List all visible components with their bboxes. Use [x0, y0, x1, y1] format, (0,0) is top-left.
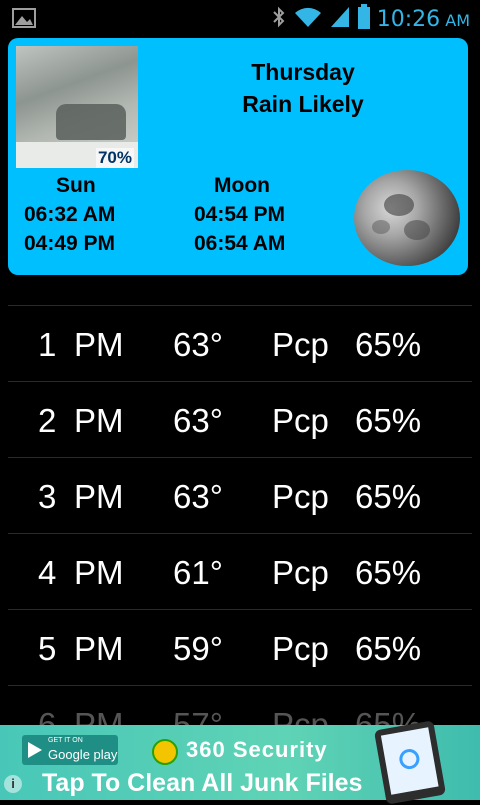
forecast-row[interactable]: 3 PM 63° Pcp 65%: [8, 457, 472, 533]
forecast-temp: 63°: [173, 402, 223, 439]
hourly-forecast-list[interactable]: 1 PM 63° Pcp 65% 2 PM 63° Pcp 65% 3 PM 6…: [8, 305, 472, 725]
forecast-pcp-value: 65%: [355, 326, 422, 363]
day-name: Thursday: [251, 59, 355, 85]
forecast-ampm: PM: [74, 554, 124, 591]
forecast-row[interactable]: 5 PM 59° Pcp 65%: [8, 609, 472, 685]
forecast-hour: 6: [38, 706, 57, 725]
bluetooth-icon: [271, 5, 287, 34]
condition-text: Rain Likely: [242, 91, 364, 117]
ad-tagline[interactable]: Tap To Clean All Junk Files: [42, 769, 362, 798]
forecast-temp: 61°: [173, 554, 223, 591]
sun-label: Sun: [56, 174, 96, 197]
signal-icon: [329, 5, 351, 34]
forecast-hour: 5: [38, 630, 57, 667]
forecast-hour: 3: [38, 478, 57, 515]
forecast-pcp-value: 65%: [355, 478, 422, 515]
forecast-pcp-label: Pcp: [272, 630, 329, 667]
forecast-pcp-value: 65%: [355, 630, 422, 667]
photo-car: [56, 104, 126, 140]
clock: 10:26 AM: [377, 7, 470, 32]
phone-illustration: [373, 720, 447, 805]
forecast-hour: 2: [38, 402, 57, 439]
forecast-row[interactable]: 1 PM 63° Pcp 65%: [8, 305, 472, 381]
ad-brand: 360 Security: [186, 737, 328, 762]
precip-percent: 70%: [95, 148, 134, 168]
forecast-temp: 57°: [173, 706, 223, 725]
gallery-icon: [12, 8, 36, 33]
play-icon: [28, 742, 42, 758]
badge-store-text: Google play: [48, 747, 118, 762]
forecast-pcp-label: Pcp: [272, 326, 329, 363]
forecast-hour: 1: [38, 326, 57, 363]
forecast-row[interactable]: 2 PM 63° Pcp 65%: [8, 381, 472, 457]
forecast-ampm: PM: [74, 706, 124, 725]
forecast-row[interactable]: 6 PM 57° Pcp 65%: [8, 685, 472, 725]
forecast-ampm: PM: [74, 630, 124, 667]
moon-phase-icon: [354, 170, 460, 266]
forecast-pcp-label: Pcp: [272, 554, 329, 591]
forecast-ampm: PM: [74, 402, 124, 439]
moonset-time: 06:54 AM: [194, 232, 286, 255]
battery-icon: [357, 4, 371, 35]
ad-info-icon[interactable]: i: [4, 775, 22, 793]
sunset-time: 04:49 PM: [24, 232, 116, 255]
clock-time: 10:26: [376, 7, 441, 32]
rain-photo: 70%: [16, 46, 138, 168]
moon-label: Moon: [214, 174, 270, 197]
day-summary: Thursday Rain Likely: [208, 56, 398, 120]
forecast-pcp-value: 65%: [355, 554, 422, 591]
forecast-hour: 4: [38, 554, 57, 591]
forecast-temp: 63°: [173, 478, 223, 515]
status-bar: 10:26 AM: [0, 0, 480, 38]
security-logo-icon: [152, 739, 178, 765]
forecast-pcp-value: 65%: [355, 706, 422, 725]
wifi-icon: [293, 5, 323, 34]
forecast-ampm: PM: [74, 478, 124, 515]
forecast-row[interactable]: 4 PM 61° Pcp 65%: [8, 533, 472, 609]
google-play-badge[interactable]: GET IT ON Google play: [22, 735, 118, 765]
ad-banner[interactable]: GET IT ON Google play 360 Security Tap T…: [0, 720, 480, 805]
sunrise-time: 06:32 AM: [24, 203, 116, 226]
forecast-pcp-label: Pcp: [272, 706, 329, 725]
forecast-temp: 59°: [173, 630, 223, 667]
forecast-ampm: PM: [74, 326, 124, 363]
weather-card[interactable]: 70% Thursday Rain Likely Sun 06:32 AM 04…: [8, 38, 468, 275]
badge-small-text: GET IT ON: [48, 737, 83, 744]
forecast-pcp-value: 65%: [355, 402, 422, 439]
moonrise-time: 04:54 PM: [194, 203, 286, 226]
forecast-pcp-label: Pcp: [272, 402, 329, 439]
forecast-temp: 63°: [173, 326, 223, 363]
forecast-pcp-label: Pcp: [272, 478, 329, 515]
clock-ampm: AM: [445, 11, 470, 30]
